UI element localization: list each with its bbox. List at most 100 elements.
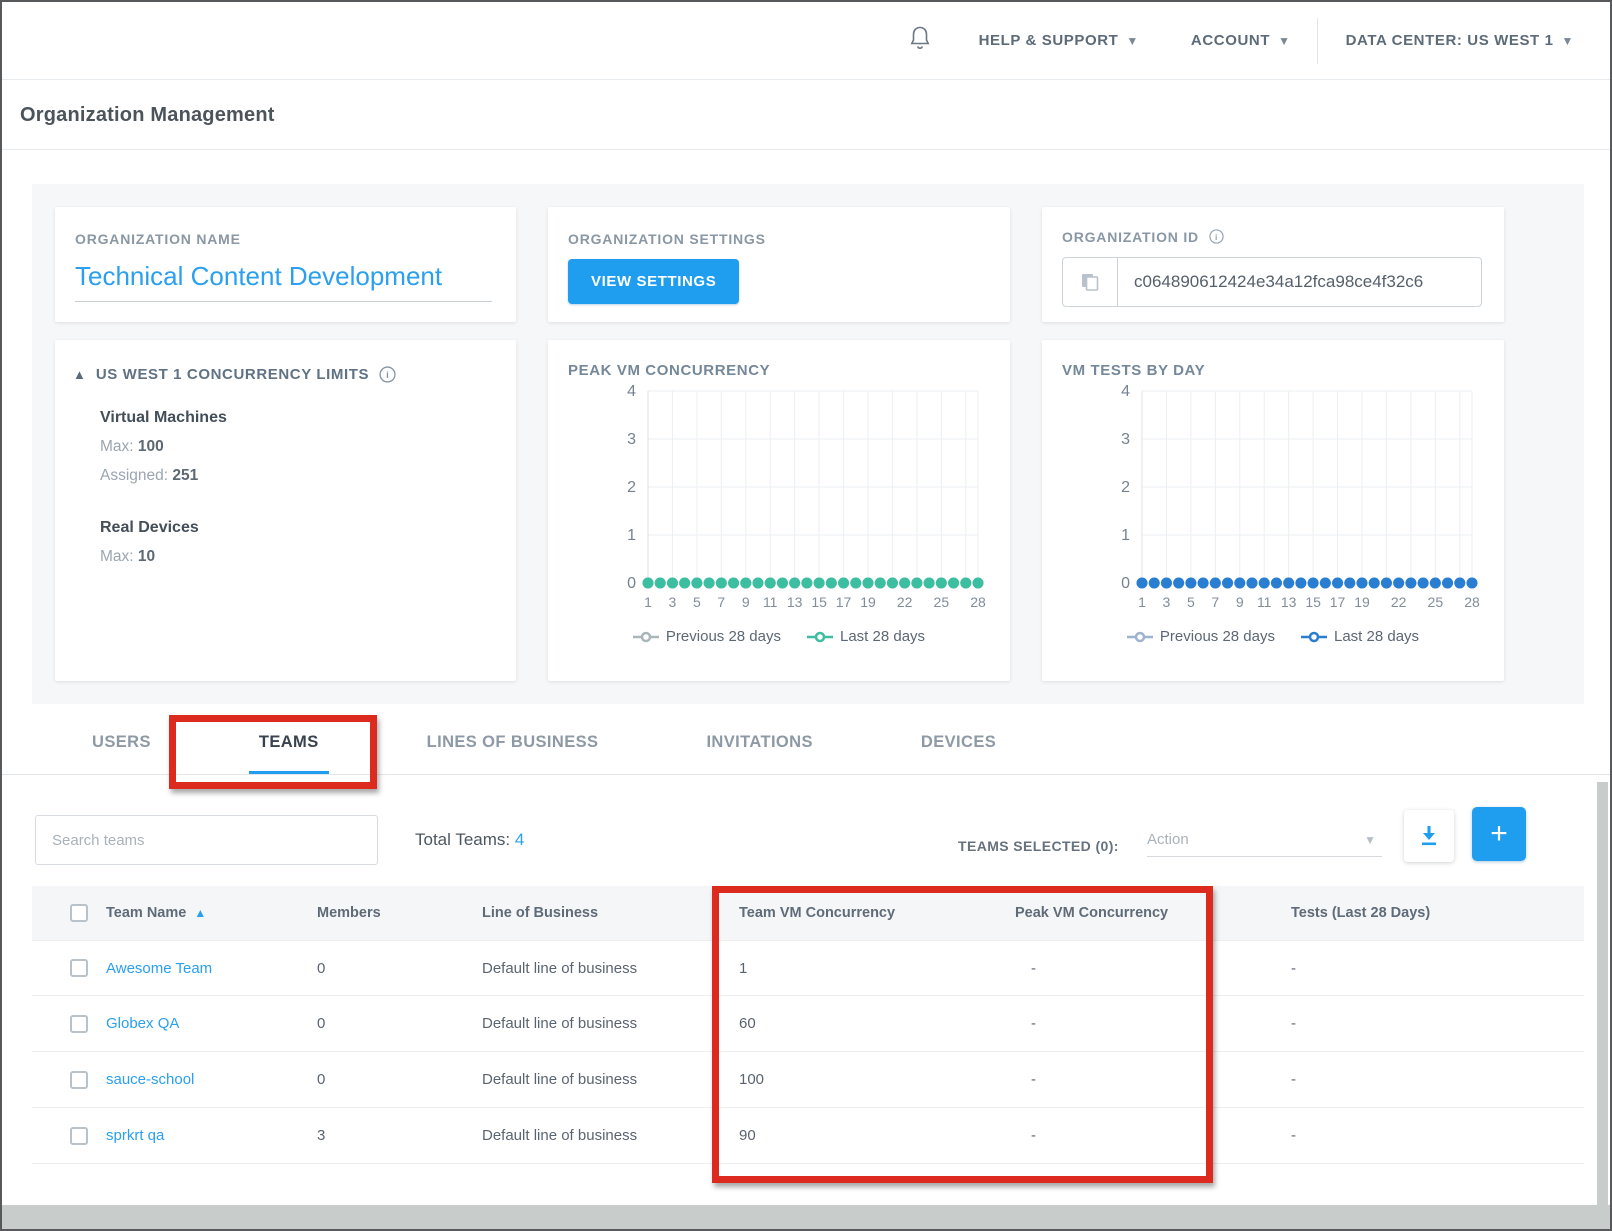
chevron-down-icon: ▼ (1364, 833, 1382, 847)
row-checkbox[interactable] (70, 1071, 88, 1089)
legend-item[interactable]: Previous 28 days (1127, 628, 1275, 645)
team-name-link[interactable]: sauce-school (106, 1071, 194, 1088)
info-icon[interactable]: i (379, 366, 396, 383)
members-cell: 0 (317, 1015, 482, 1032)
search-input[interactable] (35, 815, 378, 865)
vertical-scrollbar[interactable] (1597, 782, 1608, 1207)
svg-text:15: 15 (1305, 594, 1321, 610)
svg-text:i: i (1215, 232, 1218, 242)
legend-item[interactable]: Last 28 days (1301, 628, 1419, 645)
tab-teams[interactable]: TEAMS (249, 733, 329, 774)
download-button[interactable] (1404, 810, 1454, 862)
chevron-down-icon: ▼ (1278, 34, 1290, 48)
vm-tests-by-day-card: VM TESTS BY DAY 012341357911131517192225… (1042, 340, 1504, 681)
collapse-chevron-icon[interactable]: ▲ (73, 367, 86, 382)
organization-summary-panel: ORGANIZATION NAME Technical Content Deve… (32, 184, 1584, 704)
account-label: ACCOUNT (1191, 32, 1270, 49)
column-header-team-vm-concurrency[interactable]: Team VM Concurrency (739, 905, 1015, 921)
peak-vm-chart-title: PEAK VM CONCURRENCY (568, 362, 1010, 379)
total-teams-count[interactable]: 4 (515, 830, 524, 849)
top-navigation: HELP & SUPPORT ▼ ACCOUNT ▼ DATA CENTER: … (2, 2, 1610, 80)
column-header-line-of-business[interactable]: Line of Business (482, 905, 739, 921)
svg-text:25: 25 (934, 594, 950, 610)
tab-invitations[interactable]: INVITATIONS (696, 733, 822, 774)
organization-id-label: ORGANIZATION ID i (1062, 229, 1482, 245)
legend-marker-icon (1301, 631, 1327, 643)
svg-text:5: 5 (693, 594, 701, 610)
svg-text:15: 15 (811, 594, 827, 610)
team-name-link[interactable]: sprkrt qa (106, 1127, 164, 1144)
organization-settings-label: ORGANIZATION SETTINGS (568, 231, 1010, 247)
notifications-bell-icon[interactable] (887, 25, 953, 56)
copy-icon[interactable] (1063, 258, 1118, 306)
chart-legend: Previous 28 days Last 28 days (1062, 628, 1484, 645)
chevron-down-icon: ▼ (1562, 34, 1574, 48)
column-header-peak-vm-concurrency[interactable]: Peak VM Concurrency (1015, 905, 1291, 921)
table-row: Awesome Team0Default line of business1-- (32, 940, 1584, 996)
svg-text:13: 13 (1281, 594, 1297, 610)
teams-selected-label: TEAMS SELECTED (0): (958, 838, 1119, 854)
column-header-members[interactable]: Members (317, 905, 482, 921)
team-vm-concurrency-cell: 100 (739, 1071, 1015, 1088)
organization-id-value[interactable]: c064890612424e34a12fca98ce4f32c6 (1118, 258, 1481, 306)
tests-cell: - (1291, 1071, 1584, 1088)
teams-toolbar: Total Teams: 4 TEAMS SELECTED (0): Actio… (2, 775, 1610, 885)
chart-legend: Previous 28 days Last 28 days (568, 628, 990, 645)
help-support-label: HELP & SUPPORT (979, 32, 1119, 49)
account-menu[interactable]: ACCOUNT ▼ (1165, 32, 1317, 49)
virtual-machines-heading: Virtual Machines (100, 409, 496, 427)
chevron-down-icon: ▼ (1126, 34, 1138, 48)
view-settings-button[interactable]: VIEW SETTINGS (568, 259, 739, 304)
row-checkbox[interactable] (70, 959, 88, 977)
svg-text:7: 7 (1211, 594, 1219, 610)
page-header: Organization Management (2, 81, 1610, 150)
organization-name-value[interactable]: Technical Content Development (75, 261, 492, 302)
help-support-menu[interactable]: HELP & SUPPORT ▼ (953, 32, 1165, 49)
tab-devices[interactable]: DEVICES (911, 733, 1006, 774)
svg-text:17: 17 (836, 594, 852, 610)
svg-text:3: 3 (627, 431, 636, 448)
horizontal-scrollbar[interactable] (2, 1205, 1610, 1229)
legend-marker-icon (807, 631, 833, 643)
svg-text:4: 4 (1121, 383, 1130, 400)
svg-text:17: 17 (1330, 594, 1346, 610)
legend-marker-icon (1127, 631, 1153, 643)
page-title: Organization Management (20, 104, 275, 127)
data-center-menu[interactable]: DATA CENTER: US WEST 1 ▼ (1317, 18, 1610, 64)
svg-text:4: 4 (627, 383, 636, 400)
column-header-tests-last-28-days-[interactable]: Tests (Last 28 Days) (1291, 905, 1584, 921)
svg-text:7: 7 (717, 594, 725, 610)
select-all-checkbox[interactable] (70, 904, 88, 922)
members-cell: 3 (317, 1127, 482, 1144)
team-name-link[interactable]: Globex QA (106, 1015, 179, 1032)
svg-text:0: 0 (1121, 575, 1130, 592)
svg-text:2: 2 (1121, 479, 1130, 496)
sort-ascending-icon: ▲ (194, 906, 206, 920)
legend-marker-icon (633, 631, 659, 643)
svg-text:3: 3 (1163, 594, 1171, 610)
row-checkbox[interactable] (70, 1015, 88, 1033)
svg-text:28: 28 (1464, 594, 1480, 610)
tab-users[interactable]: USERS (82, 733, 161, 774)
legend-item[interactable]: Previous 28 days (633, 628, 781, 645)
add-team-button[interactable]: + (1472, 807, 1526, 861)
column-header-team-name[interactable]: Team Name▲ (106, 905, 317, 921)
team-name-link[interactable]: Awesome Team (106, 960, 212, 977)
peak-vm-concurrency-cell: - (1015, 1127, 1291, 1144)
line-of-business-cell: Default line of business (482, 960, 739, 977)
members-cell: 0 (317, 1071, 482, 1088)
svg-text:3: 3 (669, 594, 677, 610)
svg-text:5: 5 (1187, 594, 1195, 610)
row-checkbox[interactable] (70, 1127, 88, 1145)
action-dropdown[interactable]: Action ▼ (1147, 823, 1382, 857)
team-vm-concurrency-cell: 90 (739, 1127, 1015, 1144)
svg-text:1: 1 (1138, 594, 1146, 610)
svg-text:25: 25 (1428, 594, 1444, 610)
tab-lines-of-business[interactable]: LINES OF BUSINESS (417, 733, 609, 774)
tests-cell: - (1291, 1127, 1584, 1144)
download-icon (1418, 824, 1440, 848)
svg-text:13: 13 (787, 594, 803, 610)
legend-item[interactable]: Last 28 days (807, 628, 925, 645)
svg-text:1: 1 (627, 527, 636, 544)
info-icon[interactable]: i (1209, 229, 1224, 244)
